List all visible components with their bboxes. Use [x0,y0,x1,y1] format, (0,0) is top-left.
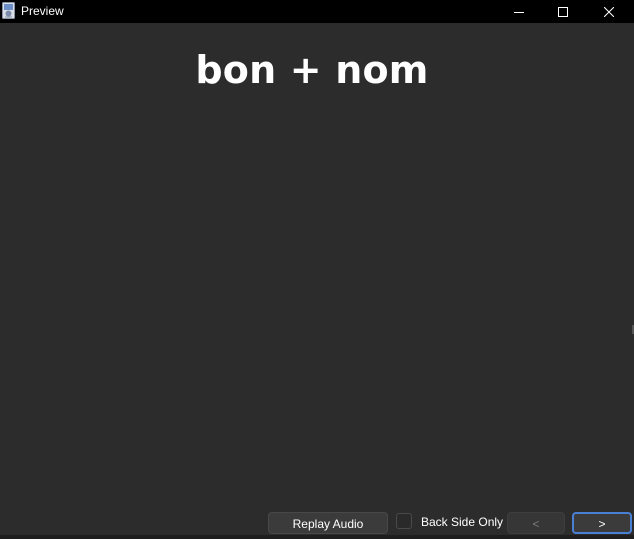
minimize-button[interactable] [496,0,542,23]
next-button[interactable]: > [572,512,632,534]
close-icon [604,6,614,17]
maximize-button[interactable] [540,0,586,23]
window-bottom-edge [0,535,634,539]
title-bar[interactable]: Preview [0,0,634,23]
previous-button[interactable]: < [507,512,565,534]
preview-window: Preview bon + nom Replay Audio Back Side… [0,0,634,539]
maximize-icon [558,6,568,17]
back-side-only-checkbox[interactable] [396,513,412,529]
close-button[interactable] [586,0,632,23]
window-title: Preview [21,4,64,18]
minimize-icon [514,11,524,13]
card-preview-area: bon + nom [0,23,634,508]
replay-audio-button[interactable]: Replay Audio [268,512,388,534]
card-front-text: bon + nom [195,48,429,92]
preview-app-icon [2,2,15,19]
back-side-only-label[interactable]: Back Side Only [421,514,503,530]
